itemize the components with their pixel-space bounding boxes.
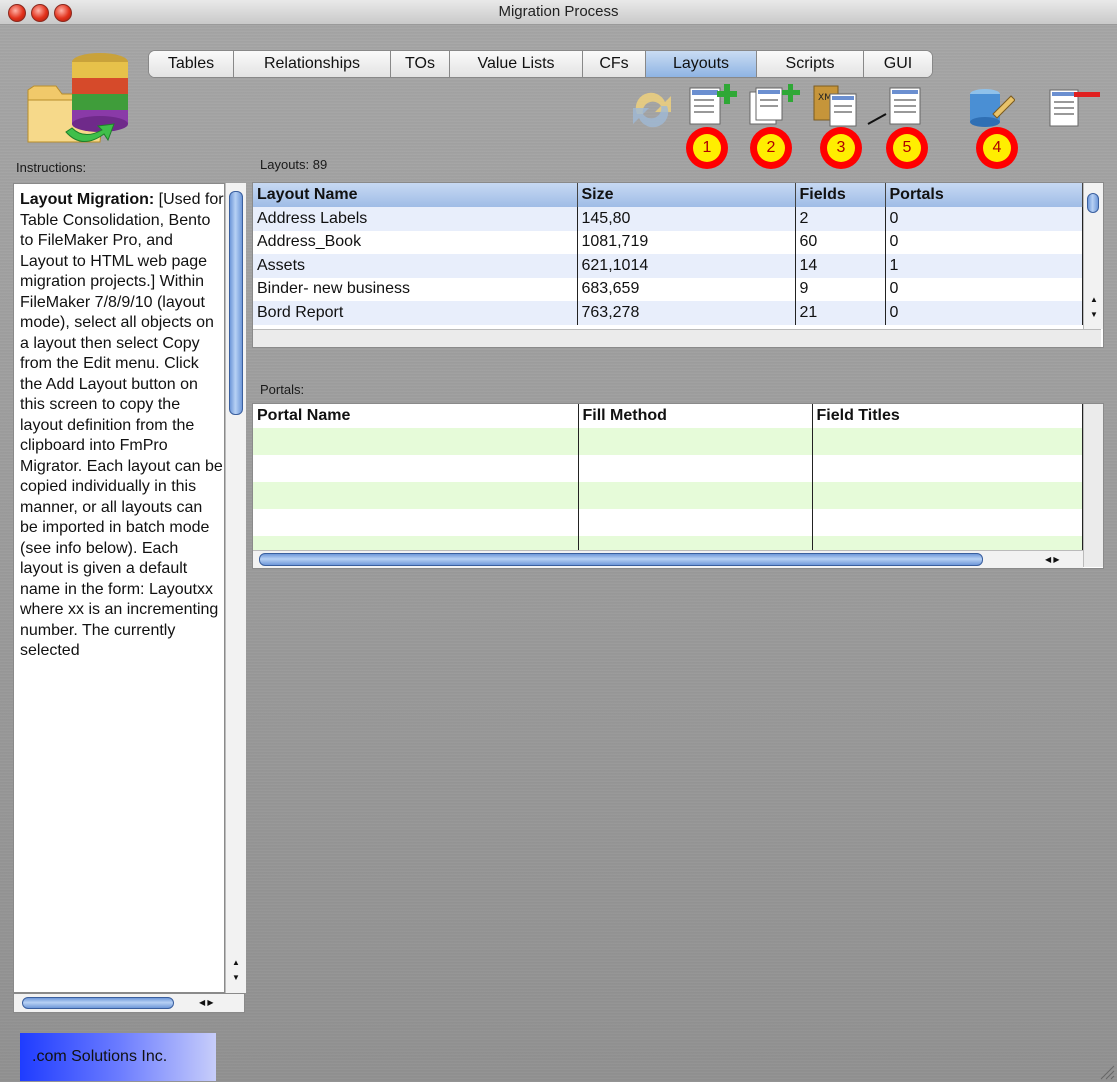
- tab-tables[interactable]: Tables: [149, 51, 234, 77]
- step-badge-4: 4: [976, 127, 1018, 169]
- database-edit-icon[interactable]: [965, 84, 1015, 130]
- scroll-left-right-arrows-icon[interactable]: ◀ ▶: [1045, 555, 1060, 564]
- instructions-text: Layout Migration: [Used for Table Consol…: [13, 183, 225, 993]
- table-row[interactable]: Bord Report 763,278 21 0: [253, 301, 1083, 325]
- instructions-body: [Used for Table Consolidation, Bento to …: [20, 191, 224, 659]
- instructions-panel: Layout Migration: [Used for Table Consol…: [13, 183, 246, 1013]
- refresh-icon[interactable]: [627, 84, 677, 134]
- step-badge-2: 2: [750, 127, 792, 169]
- instructions-hscrollbar[interactable]: ◀ ▶: [13, 993, 245, 1013]
- tab-layouts[interactable]: Layouts: [646, 51, 757, 77]
- resize-grip-icon[interactable]: [1097, 1062, 1115, 1080]
- col-field-titles[interactable]: Field Titles: [812, 404, 1083, 428]
- col-portals[interactable]: Portals: [885, 183, 1083, 207]
- table-row[interactable]: [253, 482, 1083, 509]
- step-badge-1: 1: [686, 127, 728, 169]
- col-layout-name[interactable]: Layout Name: [253, 183, 578, 207]
- instructions-vscrollbar[interactable]: ▲ ▼: [225, 183, 246, 993]
- layouts-table-header: Layout Name Size Fields Portals: [253, 183, 1083, 207]
- scroll-down-arrow-icon[interactable]: ▼: [232, 973, 240, 982]
- add-layouts-batch-icon[interactable]: [748, 82, 802, 128]
- col-portal-name[interactable]: Portal Name: [253, 404, 579, 428]
- instructions-hscroll-thumb[interactable]: [22, 997, 174, 1009]
- layout-delete-icon[interactable]: [1044, 84, 1104, 130]
- scroll-down-arrow-icon[interactable]: ▼: [1090, 310, 1098, 319]
- portals-hscrollbar[interactable]: ◀ ▶: [253, 550, 1083, 568]
- tab-cfs[interactable]: CFs: [583, 51, 646, 77]
- step-badge-5: 5: [886, 127, 928, 169]
- table-row[interactable]: [253, 509, 1083, 536]
- col-size[interactable]: Size: [577, 183, 796, 207]
- app-logo-icon: [27, 53, 128, 143]
- layouts-count-label: Layouts: 89: [260, 157, 328, 172]
- col-fill-method[interactable]: Fill Method: [578, 404, 813, 428]
- layouts-vscrollbar[interactable]: ▲ ▼: [1083, 183, 1103, 329]
- add-layout-icon[interactable]: [686, 82, 740, 128]
- scroll-up-arrow-icon[interactable]: ▲: [232, 958, 240, 967]
- table-row[interactable]: Address_Book 1081,719 60 0: [253, 230, 1083, 254]
- company-logo: .com Solutions Inc.: [20, 1033, 216, 1081]
- app-window: Migration Process Tables Relationships T…: [0, 0, 1117, 1082]
- tab-scripts[interactable]: Scripts: [757, 51, 864, 77]
- tab-relationships[interactable]: Relationships: [234, 51, 391, 77]
- table-row[interactable]: [253, 455, 1083, 482]
- tab-tos[interactable]: TOs: [391, 51, 450, 77]
- title-bar: Migration Process: [0, 0, 1117, 25]
- instructions-label: Instructions:: [16, 160, 87, 175]
- window-title: Migration Process: [498, 3, 619, 20]
- layouts-table: Layout Name Size Fields Portals Address …: [253, 183, 1083, 325]
- layouts-vscroll-thumb[interactable]: [1087, 193, 1099, 213]
- portals-table-header: Portal Name Fill Method Field Titles: [253, 404, 1083, 428]
- portals-vscrollbar[interactable]: [1083, 404, 1103, 567]
- step-badge-3: 3: [820, 127, 862, 169]
- tab-gui[interactable]: GUI: [864, 51, 932, 77]
- portals-table: Portal Name Fill Method Field Titles: [253, 404, 1083, 550]
- xml-import-icon[interactable]: XML: [812, 82, 860, 130]
- scroll-up-arrow-icon[interactable]: ▲: [1090, 295, 1098, 304]
- table-row[interactable]: Binder- new business 683,659 9 0: [253, 277, 1083, 301]
- table-row[interactable]: Address Labels 145,80 2 0: [253, 207, 1083, 231]
- table-row[interactable]: [253, 428, 1083, 455]
- layouts-table-panel: Layout Name Size Fields Portals Address …: [252, 182, 1104, 348]
- portals-label: Portals:: [260, 382, 305, 397]
- table-row[interactable]: Assets 621,1014 14 1: [253, 254, 1083, 278]
- tab-value-lists[interactable]: Value Lists: [450, 51, 583, 77]
- scroll-left-right-arrows-icon[interactable]: ◀ ▶: [199, 998, 214, 1007]
- main-tab-bar: Tables Relationships TOs Value Lists CFs…: [148, 50, 933, 78]
- table-row[interactable]: [253, 536, 1083, 550]
- col-fields[interactable]: Fields: [795, 183, 886, 207]
- layout-link-icon[interactable]: [866, 84, 926, 130]
- instructions-heading: Layout Migration:: [20, 191, 155, 208]
- instructions-vscroll-thumb[interactable]: [229, 191, 243, 415]
- portals-hscroll-thumb[interactable]: [259, 553, 983, 566]
- portals-table-panel: Portal Name Fill Method Field Titles ◀ ▶: [252, 403, 1104, 569]
- layouts-hscrollbar[interactable]: [253, 329, 1101, 347]
